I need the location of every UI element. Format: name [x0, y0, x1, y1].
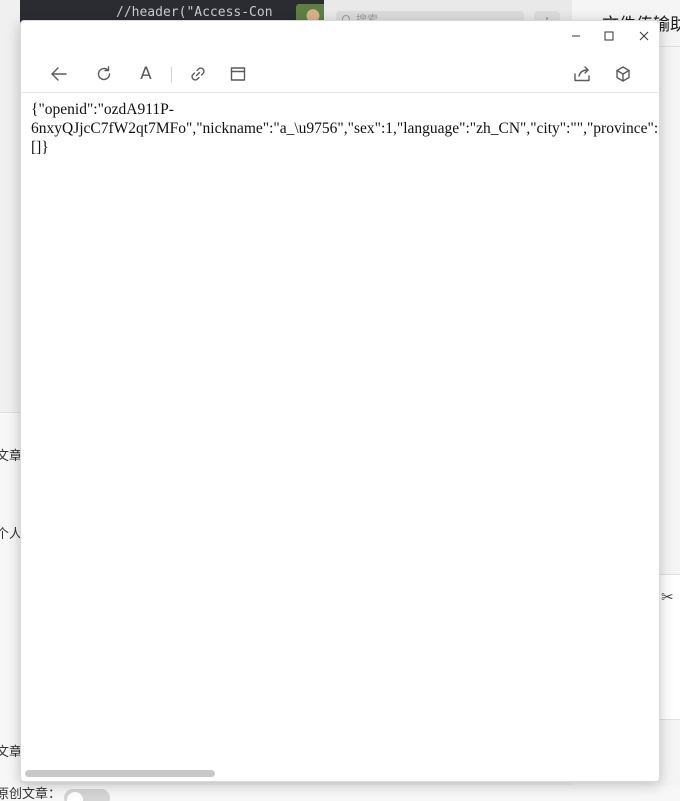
- divider: [660, 46, 680, 47]
- browser-toolbar: A: [21, 53, 659, 93]
- back-button[interactable]: [46, 61, 72, 87]
- original-toggle[interactable]: [64, 789, 110, 801]
- close-icon: [639, 31, 649, 41]
- close-button[interactable]: [629, 23, 659, 49]
- minimize-icon: [572, 35, 580, 37]
- browser-window: A {"openid":"ozdA911P- 6nxyQJjcC7fW2qt7MF…: [20, 20, 660, 782]
- window-mode-button[interactable]: [225, 61, 251, 87]
- scissors-icon[interactable]: ✂: [661, 588, 674, 606]
- share-button[interactable]: [569, 61, 595, 87]
- extension-button[interactable]: [610, 61, 636, 87]
- link-icon: [191, 67, 205, 81]
- maximize-button[interactable]: [594, 23, 624, 49]
- refresh-icon: [97, 66, 111, 81]
- code-line: //header("Access-Con: [116, 5, 273, 20]
- minimize-button[interactable]: [561, 23, 591, 49]
- cube-icon: [616, 66, 630, 82]
- json-response: {"openid":"ozdA911P- 6nxyQJjcC7fW2qt7MFo"…: [31, 100, 660, 157]
- background-form-bottom: 原创文章：: [0, 785, 680, 801]
- form-label-original: 原创文章：: [0, 786, 62, 801]
- copy-link-button[interactable]: [185, 61, 211, 87]
- background-form: 文章标 个人发 文章类: [0, 412, 35, 801]
- json-line: {"openid":"ozdA911P-: [31, 101, 174, 118]
- toolbar-separator: [171, 67, 172, 83]
- window-icon: [230, 67, 246, 81]
- horizontal-scrollbar[interactable]: [25, 770, 215, 777]
- json-line: 6nxyQJjcC7fW2qt7MFo","nickname":"a_\u975…: [31, 120, 660, 137]
- font-size-button[interactable]: A: [133, 61, 159, 87]
- share-icon: [574, 66, 590, 82]
- title-bar: [21, 21, 659, 53]
- json-line: []}: [31, 139, 49, 156]
- refresh-button[interactable]: [91, 61, 117, 87]
- maximize-icon: [604, 31, 614, 41]
- back-arrow-icon: [51, 67, 67, 81]
- page-content: {"openid":"ozdA911P- 6nxyQJjcC7fW2qt7MFo"…: [21, 94, 660, 770]
